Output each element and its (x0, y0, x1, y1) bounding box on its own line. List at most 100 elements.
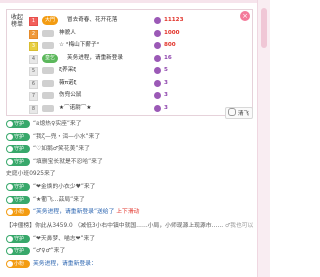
scrollbar[interactable] (257, 0, 270, 277)
guard-icon (7, 121, 13, 127)
rank-user-name[interactable]: ☆ °梅山下薪子° (59, 39, 99, 52)
rank-row[interactable]: 6 薇π诺ξ 3 (29, 77, 229, 90)
rank-row[interactable]: 4 皇乞 芙务进程，请重新登录 16 (29, 52, 229, 65)
chat-text: 芙务进程，请重新登录： (33, 258, 97, 271)
rank-score: 3 (164, 104, 168, 111)
rank-number: 4 (29, 54, 38, 64)
rank-number: 8 (29, 104, 38, 114)
level-icon (42, 42, 54, 49)
guard-badge: 守护 (6, 120, 30, 128)
chat-message: 守护 “我ζ—兜・洱—小水”来了 (6, 131, 251, 144)
rank-user-name[interactable]: 芙务进程，请重新登录 (67, 52, 123, 65)
level-icon (42, 67, 54, 74)
coin-icon (154, 29, 161, 37)
radio-icon (228, 108, 236, 116)
chat-user-text: “芙务进程，请重新登录”送给了 (33, 209, 115, 216)
guard-badge: 守护 (6, 182, 30, 191)
fan-badge: 小粉 (6, 259, 30, 268)
chat-text: “★衢飞…茲局”来了 (33, 196, 85, 203)
guard-badge: 守护 (6, 234, 30, 243)
chat-message: 守护 “❤金焕的小衣少♥”来了 (6, 181, 251, 194)
guard-icon (7, 183, 13, 190)
rank-number: 7 (29, 92, 38, 101)
notice-body: 【冲僵榜】你此从3459.0 （减低3小右中镇中就国……小局，小师现源上现源市…… (6, 222, 224, 229)
chat-text: “芙务进程，请重新登录”送给了 上下滑动 (33, 206, 139, 219)
guard-badge: 守护 (6, 195, 30, 204)
rank-panel-title: 收起 榜单 (10, 14, 23, 28)
guard-badge: 守护 (6, 157, 30, 166)
rank-score: 3 (164, 79, 168, 86)
guard-badge: 守护 (6, 145, 30, 154)
chat-message: 史庭小班0925来了 (6, 168, 251, 181)
chat-message: 小粉 “芙务进程，请重新登录”送给了 上下滑动 (6, 206, 251, 219)
chat-text: “♡如鹅♂笑花美”来了 (33, 146, 90, 153)
coin-icon (154, 79, 161, 87)
scrollbar-thumb[interactable] (261, 8, 267, 48)
rank-number: 2 (29, 29, 38, 39)
rank-user-name[interactable]: ★⌒诺尉⌒★ (59, 102, 91, 115)
rank-list: 1 大門 冒去奇春、花开花落 11123 2 神貌人 1000 3 ☆ °梅山下… (29, 14, 229, 114)
live-room-panel: 收起 榜单 × 1 大門 冒去奇春、花开花落 11123 2 神貌人 1000 3… (0, 0, 270, 277)
guard-icon (7, 196, 13, 203)
rank-badge: 皇乞 (42, 53, 59, 63)
chat-text: “❤天鼻梦、喵志❤”来了 (33, 235, 96, 242)
guard-icon (7, 235, 13, 242)
chat-message: 守护 “❤天鼻梦、喵志❤”来了 (6, 233, 251, 246)
rank-badge: 大門 (42, 16, 59, 25)
fan-icon (7, 209, 13, 216)
chat-user-text: 芙务进程，请重新登录： (33, 260, 97, 267)
close-icon[interactable]: × (240, 11, 250, 21)
rank-user-name[interactable]: 伤兜公鼠 (59, 89, 81, 102)
contribution-rank-panel: 收起 榜单 × 1 大門 冒去奇春、花开花落 11123 2 神貌人 1000 3… (6, 9, 253, 116)
chat-text: “อ熄热♀实座”来了 (33, 121, 82, 127)
coin-icon (154, 67, 161, 74)
coin-icon (154, 42, 161, 49)
chat-text: “填删宝长就是不忍哈”来了 (33, 158, 103, 165)
rank-score: 1000 (164, 29, 180, 36)
rank-user-name[interactable]: ξ养采ξ (59, 64, 76, 77)
coin-icon (154, 17, 161, 24)
rank-score: 3 (164, 92, 168, 98)
guard-icon (7, 133, 13, 140)
chat-message: 守护 “★衢飞…茲局”来了 (6, 194, 251, 207)
rank-score: 800 (164, 42, 176, 48)
rank-row[interactable]: 2 神貌人 1000 (29, 27, 229, 40)
chat-message: 守护 “อ熄热♀实座”来了 (6, 118, 251, 131)
rank-user-name[interactable]: 冒去奇春、花开花落 (67, 14, 117, 27)
chat-message: 守护 “♂♀♂”来了 (6, 245, 251, 258)
chat-notice: 【冲僵榜】你此从3459.0 （减低3小右中镇中就国……小局，小师现源上现源市…… (6, 219, 253, 233)
clear-toggle-label: 清飞 (238, 111, 250, 117)
coin-icon (154, 92, 161, 99)
chat-text: “♂♀♂”来了 (33, 248, 66, 255)
coin-icon (154, 54, 161, 62)
guard-icon (7, 158, 13, 165)
rank-number: 1 (29, 17, 38, 26)
chat-highlight: 上下滑动 (116, 209, 140, 216)
notice-tail: ♂我也可以 (224, 222, 254, 229)
level-icon (42, 92, 54, 99)
guard-badge: 守护 (6, 247, 30, 256)
rank-row[interactable]: 5 ξ养采ξ 5 (29, 64, 229, 77)
top-strip (0, 0, 270, 3)
level-icon (42, 104, 54, 112)
chat-text: 史庭小班0925来了 (6, 171, 56, 178)
chat-message: 守护 “填删宝长就是不忍哈”来了 (6, 156, 251, 169)
chat-message: 小粉 芙务进程，请重新登录： (6, 258, 251, 271)
rank-score: 5 (164, 67, 168, 73)
rank-row[interactable]: 1 大門 冒去奇春、花开花落 11123 (29, 14, 229, 27)
rank-score: 11123 (164, 17, 184, 23)
level-icon (42, 29, 54, 37)
rank-number: 5 (29, 67, 38, 76)
guard-icon (7, 146, 13, 153)
rank-row[interactable]: 7 伤兜公鼠 3 (29, 89, 229, 102)
chat-text: “我ζ—兜・洱—小水”来了 (33, 133, 101, 140)
rank-user-name[interactable]: 神貌人 (59, 27, 76, 40)
rank-row[interactable]: 3 ☆ °梅山下薪子° 800 (29, 39, 229, 52)
rank-row[interactable]: 8 ★⌒诺尉⌒★ 3 (29, 102, 229, 115)
notice-text: 【冲僵榜】你此从3459.0 （减低3小右中镇中就国……小局，小师现源上现源市…… (6, 219, 253, 233)
rank-number: 6 (29, 79, 38, 89)
rank-user-name[interactable]: 薇π诺ξ (59, 77, 77, 90)
rank-number: 3 (29, 42, 38, 51)
coin-icon (154, 104, 161, 112)
guard-icon (7, 248, 13, 255)
